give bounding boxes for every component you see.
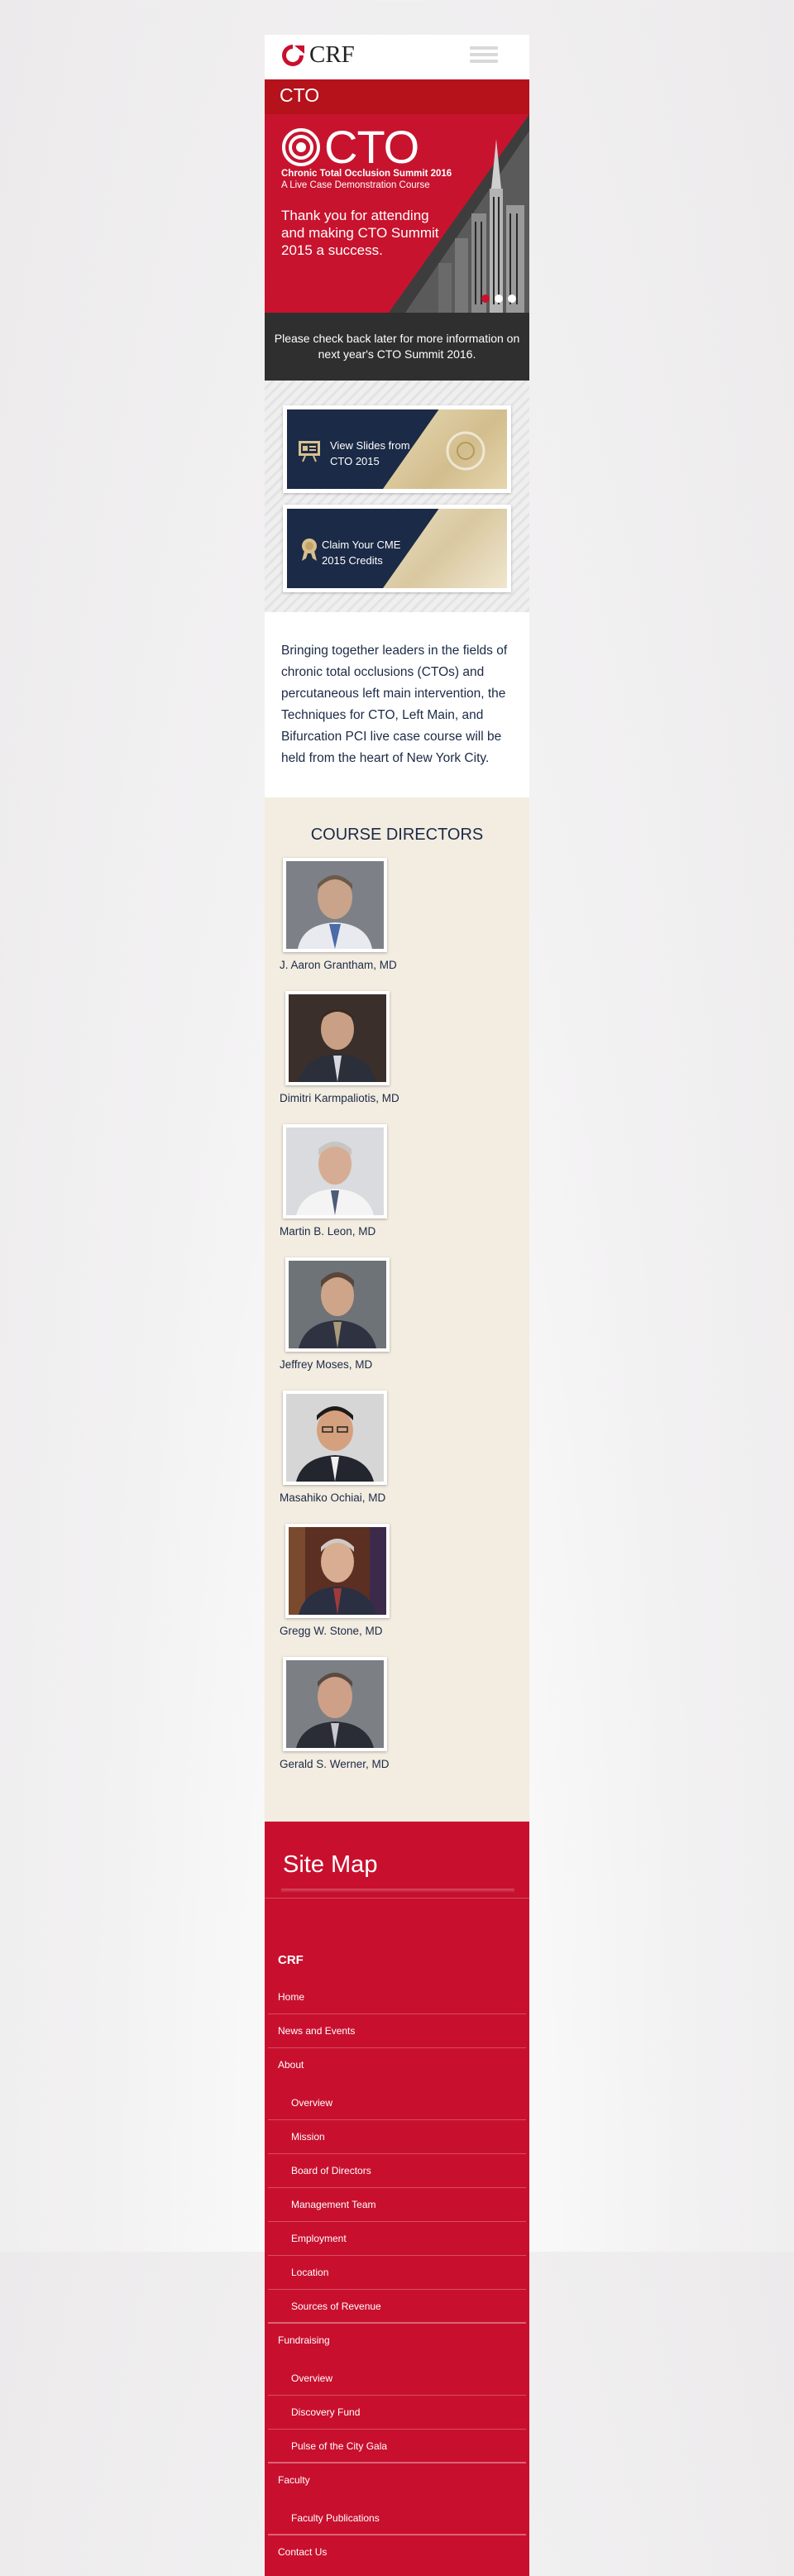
director-photo [285,1524,390,1618]
person-silhouette [289,994,386,1082]
carousel-dots [481,294,516,303]
view-slides-label: View Slides from CTO 2015 [330,439,410,467]
cto-logo: CTO [281,121,419,173]
director-photo [283,1124,387,1219]
director-name: Gregg W. Stone, MD [280,1625,383,1637]
director-card[interactable]: J. Aaron Grantham, MD [280,858,408,971]
intro-section: Bringing together leaders in the fields … [265,612,529,797]
sitemap-link-location[interactable]: Location [268,2256,526,2290]
intro-text: Bringing together leaders in the fields … [281,644,508,765]
person-silhouette [289,1261,386,1348]
sitemap-link-about-overview[interactable]: Overview [268,2086,526,2120]
director-name: Martin B. Leon, MD [280,1225,376,1238]
site-map: Site Map CRF Home News and Events About … [265,1822,529,2576]
director-card[interactable]: Dimitri Karmpaliotis, MD [280,991,408,1104]
promo-cards: View Slides from CTO 2015 Claim Your CME… [265,381,529,612]
hero-subtitle-2: A Live Case Demonstration Course [281,180,430,190]
person-silhouette [286,1660,384,1748]
director-name: Dimitri Karmpaliotis, MD [280,1092,399,1104]
course-directors-section: COURSE DIRECTORS J. Aaron Grantham, MD D… [265,797,529,1822]
logo-text: CRF [309,41,355,68]
director-card[interactable]: Masahiko Ochiai, MD [280,1391,408,1504]
cto-logo-text: CTO [324,121,419,173]
presentation-icon [299,441,320,462]
sitemap-link-pulse-of-the-city-gala[interactable]: Pulse of the City Gala [268,2430,526,2463]
hero-thanks-text: Thank you for attending and making CTO S… [281,208,439,258]
course-directors-heading: COURSE DIRECTORS [310,826,484,844]
sitemap-link-fundraising[interactable]: Fundraising [268,2324,526,2362]
director-card[interactable]: Jeffrey Moses, MD [280,1257,408,1371]
mobile-page: CRF CTO CTO Chronic Total Occlusion Summ… [265,35,529,2576]
person-silhouette [286,1128,384,1215]
director-photo [283,858,387,952]
sitemap-link-contact-us[interactable]: Contact Us [268,2535,526,2569]
site-header: CRF [265,35,529,79]
director-name: Jeffrey Moses, MD [280,1358,373,1371]
hero-subtitle-1: Chronic Total Occlusion Summit 2016 [281,169,452,179]
claim-cme-label: Claim Your CME 2015 Credits [322,539,401,567]
award-ribbon-icon [302,539,317,561]
person-silhouette [286,1394,384,1482]
crf-logo[interactable]: CRF [280,41,355,69]
site-map-title: Site Map [283,1851,378,1878]
sitemap-link-mission[interactable]: Mission [268,2120,526,2154]
director-photo [283,1391,387,1485]
director-card[interactable]: Martin B. Leon, MD [280,1124,408,1238]
carousel-dot-1[interactable] [481,294,490,303]
sitemap-link-fundraising-overview[interactable]: Overview [268,2362,526,2396]
director-name: Gerald S. Werner, MD [280,1758,390,1770]
crf-logo-icon [282,44,304,66]
hero-note: Please check back later for more informa… [265,313,529,381]
cto-ring-icon [282,128,320,166]
person-silhouette [286,861,384,949]
site-map-group-crf: CRF [278,1953,304,1967]
directors-grid: J. Aaron Grantham, MD Dimitri Karmpaliot… [280,858,514,1790]
hamburger-menu-icon[interactable] [470,46,498,66]
carousel-dot-3[interactable] [508,294,516,303]
sitemap-link-discovery-fund[interactable]: Discovery Fund [268,2396,526,2430]
view-slides-card[interactable]: View Slides from CTO 2015 [283,405,511,493]
sitemap-link-home[interactable]: Home [268,1980,526,2014]
director-photo [285,991,390,1085]
carousel-dot-2[interactable] [495,294,503,303]
director-name: J. Aaron Grantham, MD [280,959,397,971]
sitemap-link-news-and-events[interactable]: News and Events [268,2014,526,2048]
sitemap-link-faculty[interactable]: Faculty [268,2463,526,2502]
hero-carousel[interactable]: CTO Chronic Total Occlusion Summit 2016 … [265,114,529,313]
director-photo [285,1257,390,1352]
sitemap-link-sources-of-revenue[interactable]: Sources of Revenue [268,2290,526,2324]
sitemap-link-management-team[interactable]: Management Team [268,2188,526,2222]
sitemap-link-employment[interactable]: Employment [268,2222,526,2256]
section-title: CTO [265,79,529,114]
sitemap-link-faculty-publications[interactable]: Faculty Publications [268,2502,526,2535]
person-silhouette [289,1527,386,1615]
director-card[interactable]: Gerald S. Werner, MD [280,1657,408,1770]
director-photo [283,1657,387,1751]
director-card[interactable]: Gregg W. Stone, MD [280,1524,408,1637]
claim-cme-card[interactable]: Claim Your CME 2015 Credits [283,505,511,592]
sitemap-link-about[interactable]: About [268,2048,526,2086]
director-name: Masahiko Ochiai, MD [280,1491,386,1504]
site-map-divider [265,1889,529,1898]
sitemap-link-board-of-directors[interactable]: Board of Directors [268,2154,526,2188]
